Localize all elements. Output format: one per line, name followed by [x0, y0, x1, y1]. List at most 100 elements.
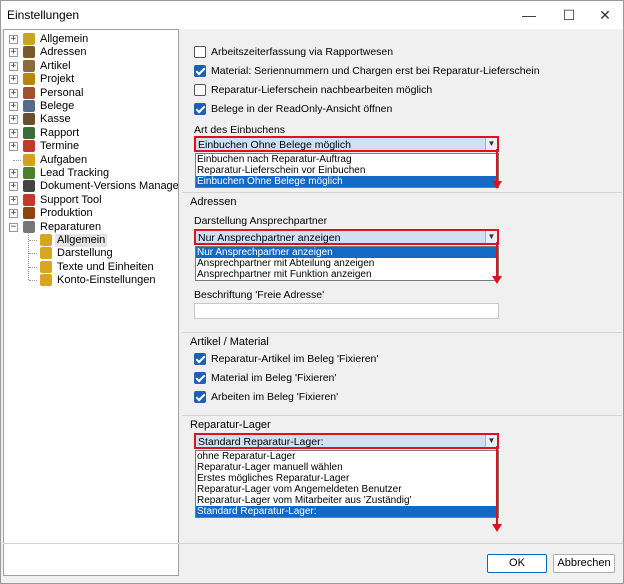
expand-icon[interactable]: +: [9, 142, 18, 152]
tree-item-label: Produktion: [40, 207, 93, 220]
production-icon: [23, 207, 35, 220]
expand-icon[interactable]: +: [9, 169, 18, 178]
tree-subitem-label: Konto-Einstellungen: [57, 274, 156, 287]
ok-button[interactable]: OK: [487, 554, 547, 573]
tree-item-label: Adressen: [40, 46, 87, 59]
footer-divider: [3, 543, 623, 544]
cancel-button[interactable]: Abbrechen: [553, 554, 615, 573]
folder-settings-icon: [40, 274, 52, 287]
settings-tree[interactable]: + Allgemein + Adressen + Artikel + Projekt + Pers…: [3, 29, 179, 576]
expand-icon[interactable]: +: [9, 128, 18, 138]
checkbox-label: Material: Seriennummern und Chargen erst…: [211, 65, 540, 77]
addresses-section: Adressen Darstellung Ansprechpartner Nur…: [182, 192, 622, 332]
addresses-section-title: Adressen: [190, 196, 237, 208]
document-icon: [23, 100, 35, 112]
annotation-arrow-line: [496, 446, 498, 526]
expand-icon[interactable]: +: [9, 209, 18, 219]
support-icon: [23, 193, 35, 206]
tree-item-label: Aufgaben: [40, 153, 88, 166]
settings-window: Einstellungen — ☐ ✕ + Allgemein + Adressen +…: [0, 0, 624, 584]
storage-options[interactable]: ohne Reparatur-Lager Reparatur-Lager manu…: [195, 450, 499, 518]
booking-type-label: Art des Einbuchens: [194, 124, 286, 136]
storage-section-title: Reparatur-Lager: [190, 419, 271, 431]
annotation-arrow-line: [496, 242, 498, 278]
checkbox-readonly-view[interactable]: [194, 103, 206, 115]
checkbox-time-tracking[interactable]: [194, 46, 206, 58]
title-bar: Einstellungen — ☐ ✕: [1, 1, 623, 29]
lead-icon: [23, 167, 35, 179]
material-section: Artikel / Material Reparatur-Artikel im …: [182, 332, 622, 412]
dropdown-option[interactable]: Ansprechpartner mit Funktion anzeigen: [196, 269, 498, 280]
tree-item-label: Kasse: [40, 113, 71, 126]
expand-icon[interactable]: +: [9, 102, 18, 111]
checkbox-label: Reparatur-Lieferschein nachbearbeiten mö…: [211, 84, 433, 96]
maximize-button[interactable]: ☐: [549, 1, 589, 29]
dropdown-option[interactable]: Einbuchen nach Reparatur-Auftrag: [196, 154, 498, 165]
settings-panel: Arbeitszeiterfassung via Rapportwesen Ma…: [182, 29, 622, 544]
folder-settings-icon: [40, 260, 52, 273]
tree-connector: [29, 266, 37, 268]
expand-icon[interactable]: +: [9, 61, 18, 71]
cash-register-icon: [23, 113, 35, 126]
task-icon: [23, 153, 35, 166]
tree-subitem-label: Texte und Einheiten: [57, 260, 154, 273]
checkbox-fix-repair-article[interactable]: [194, 353, 206, 365]
free-address-input[interactable]: [194, 303, 499, 319]
dropdown-option[interactable]: Reparatur-Lager vom Angemeldeten Benutze…: [196, 484, 498, 495]
checkbox-label: Arbeitszeiterfassung via Rapportwesen: [211, 46, 394, 58]
checkbox-label: Arbeiten im Beleg 'Fixieren': [211, 391, 339, 403]
dropdown-option[interactable]: Nur Ansprechpartner anzeigen: [196, 247, 498, 258]
tree-item-label: Personal: [40, 86, 84, 99]
dropdown-option[interactable]: ohne Reparatur-Lager: [196, 451, 498, 462]
collapse-icon[interactable]: −: [9, 222, 18, 232]
tree-subitem-label: Darstellung: [57, 247, 113, 260]
dropdown-option[interactable]: Erstes mögliches Reparatur-Lager: [196, 473, 498, 484]
contact-display-label: Darstellung Ansprechpartner: [194, 215, 328, 227]
contact-display-value: Nur Ansprechpartner anzeigen: [198, 232, 341, 244]
dropdown-option[interactable]: Ansprechpartner mit Abteilung anzeigen: [196, 258, 498, 269]
contact-display-options[interactable]: Nur Ansprechpartner anzeigen Ansprechpart…: [195, 246, 499, 281]
tree-subitem-label: Allgemein: [55, 234, 108, 247]
calendar-icon: [23, 140, 35, 153]
expand-icon[interactable]: +: [9, 35, 18, 44]
article-icon: [23, 59, 35, 72]
dropdown-option[interactable]: Reparatur-Lieferschein vor Einbuchen: [196, 165, 498, 176]
dropdown-option[interactable]: Einbuchen Ohne Belege möglich: [196, 176, 498, 187]
close-button[interactable]: ✕: [585, 1, 624, 29]
tree-connector: [29, 280, 37, 282]
expand-icon[interactable]: +: [9, 88, 18, 98]
dropdown-option[interactable]: Reparatur-Lager vom Mitarbeiter aus 'Zus…: [196, 495, 498, 506]
tree-item-label: Support Tool: [40, 193, 102, 206]
expand-icon[interactable]: +: [9, 48, 18, 58]
tree-item-label: Dokument-Versions Manager: [40, 180, 179, 193]
folder-settings-icon: [40, 247, 52, 260]
checkbox-fix-work[interactable]: [194, 391, 206, 403]
checkbox-serial-numbers[interactable]: [194, 65, 206, 77]
expand-icon[interactable]: +: [9, 75, 18, 85]
storage-section: Reparatur-Lager Standard Reparatur-Lager…: [182, 415, 622, 543]
booking-type-value: Einbuchen Ohne Belege möglich: [198, 139, 351, 151]
expand-icon[interactable]: +: [9, 182, 18, 192]
dropdown-option[interactable]: Standard Reparatur-Lager:: [196, 506, 498, 517]
checkbox-edit-delivery-note[interactable]: [194, 84, 206, 96]
tree-connector: [29, 253, 37, 255]
expand-icon[interactable]: +: [9, 115, 18, 125]
booking-type-dropdown[interactable]: Einbuchen Ohne Belege möglich ▼: [194, 136, 499, 152]
expand-icon[interactable]: +: [9, 195, 18, 205]
checkbox-fix-material[interactable]: [194, 372, 206, 384]
storage-dropdown[interactable]: Standard Reparatur-Lager: ▼: [194, 433, 499, 449]
checkbox-label: Reparatur-Artikel im Beleg 'Fixieren': [211, 353, 379, 365]
tree-connector: [29, 240, 37, 241]
person-icon: [23, 86, 35, 99]
minimize-button[interactable]: —: [509, 1, 549, 29]
report-icon: [23, 126, 35, 139]
project-icon: [23, 73, 35, 86]
tree-item-label: Belege: [40, 100, 75, 112]
dropdown-option[interactable]: Reparatur-Lager manuell wählen: [196, 462, 498, 473]
checkbox-label: Material im Beleg 'Fixieren': [211, 372, 337, 384]
annotation-arrow-line: [496, 149, 498, 183]
booking-type-options[interactable]: Einbuchen nach Reparatur-Auftrag Reparatu…: [195, 153, 499, 188]
tree-item-label: Reparaturen: [40, 220, 102, 233]
contact-display-dropdown[interactable]: Nur Ansprechpartner anzeigen ▼: [194, 229, 499, 245]
annotation-arrow-head: [492, 276, 502, 284]
